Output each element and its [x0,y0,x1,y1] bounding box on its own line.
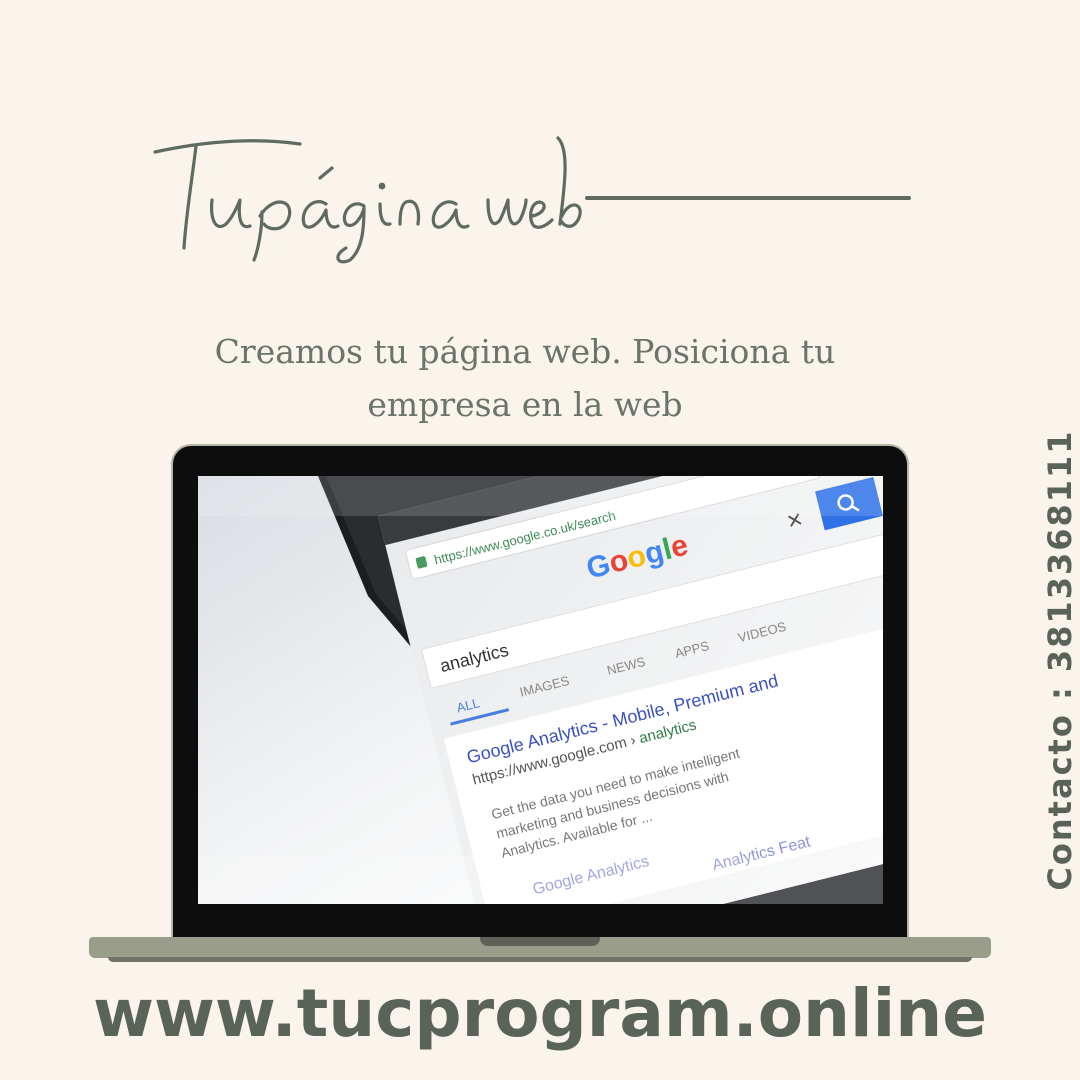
website-url[interactable]: www.tucprogram.online [0,975,1080,1052]
headline-underline [585,196,911,200]
headline [150,120,582,270]
laptop-base-shadow [108,957,972,962]
subtitle: Creamos tu página web. Posiciona tu empr… [214,332,836,424]
phone-photo: https://www.google.co.uk/search Google ✕… [198,476,883,904]
laptop-notch [480,937,600,946]
contact-phone: Contacto : 3813368111 [1041,429,1079,891]
headline-script-lettering [153,136,582,264]
laptop-screen: https://www.google.co.uk/search Google ✕… [198,476,883,904]
